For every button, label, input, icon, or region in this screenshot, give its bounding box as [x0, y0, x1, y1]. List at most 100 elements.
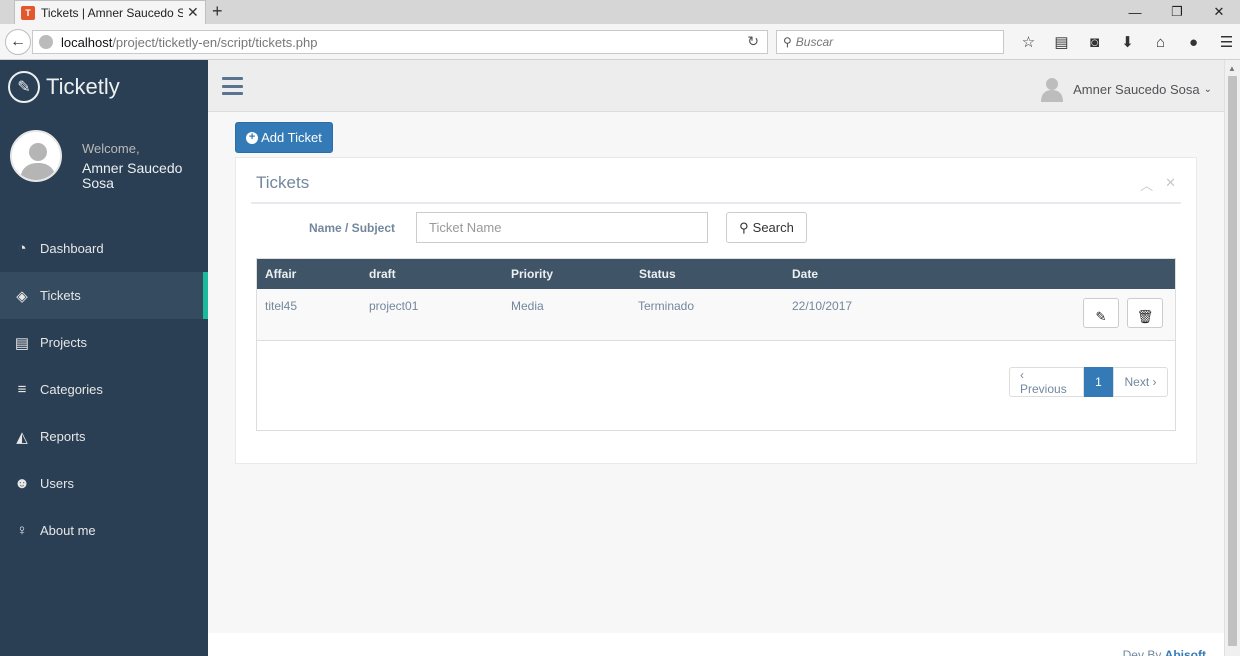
- page-scrollbar[interactable]: ▲: [1224, 60, 1240, 656]
- add-ticket-button[interactable]: + Add Ticket: [235, 122, 333, 153]
- url-host: localhost: [61, 34, 113, 50]
- cell-status: Terminado: [638, 299, 695, 313]
- cell-affair: titel45: [265, 299, 298, 313]
- sidebar-username: Amner Saucedo Sosa: [82, 160, 183, 191]
- sidebar-item-label: Categories: [40, 382, 103, 397]
- scroll-up-arrow-icon[interactable]: ▲: [1228, 64, 1236, 73]
- cell-draft: project01: [369, 299, 419, 313]
- search-button-label: Search: [752, 220, 794, 235]
- chevron-down-icon: ⌄: [1203, 83, 1212, 95]
- add-ticket-label: Add Ticket: [261, 130, 322, 145]
- pagination: ‹ Previous 1 Next ›: [1009, 367, 1168, 397]
- search-icon: ⚲: [783, 35, 792, 49]
- top-nav: Amner Saucedo Sosa ⌄: [208, 60, 1224, 112]
- brand-name: Ticketly: [46, 74, 120, 99]
- minimize-icon[interactable]: —: [1114, 0, 1156, 24]
- table-row: titel45 project01 Media Terminado 22/10/…: [257, 289, 1175, 341]
- ticket-logo-icon: ✎: [8, 71, 40, 103]
- sidebar: ✎ Ticketly Welcome, Amner Saucedo Sosa ◔…: [0, 60, 208, 656]
- sidebar-item-label: Dashboard: [40, 241, 104, 256]
- reading-list-icon[interactable]: ▤: [1045, 32, 1078, 52]
- download-icon[interactable]: ⬇: [1111, 32, 1144, 52]
- page-1-button[interactable]: 1: [1084, 367, 1113, 397]
- address-bar[interactable]: localhost/project/ticketly-en/script/tic…: [32, 30, 768, 54]
- new-tab-icon[interactable]: +: [212, 1, 223, 22]
- sidebar-item-label: About me: [40, 523, 96, 538]
- cell-priority: Media: [511, 299, 544, 313]
- search-button[interactable]: ⚲ Search: [726, 212, 807, 243]
- tickets-panel: Tickets ︿ ✕ Name / Subject ⚲ Search Affa…: [235, 157, 1197, 464]
- avatar: [10, 130, 62, 182]
- browser-search-input[interactable]: ⚲ Buscar: [776, 30, 1004, 54]
- search-icon: ⚲: [739, 219, 749, 235]
- url-path: /project/ticketly-en/script/tickets.php: [112, 34, 318, 50]
- menu-icon[interactable]: ☰: [1210, 32, 1240, 52]
- edit-ticket-button[interactable]: ✎: [1083, 298, 1119, 328]
- person-icon: ♀: [16, 522, 28, 539]
- sidebar-item-about-me[interactable]: ♀ About me: [0, 507, 208, 554]
- footer-credit: Dev By Abisoft: [1123, 648, 1206, 656]
- header-username: Amner Saucedo Sosa: [1073, 81, 1200, 97]
- user-silhouette-icon: [12, 132, 60, 180]
- welcome-text: Welcome,: [82, 141, 140, 156]
- area-chart-icon: ◭: [16, 428, 28, 446]
- sidebar-item-categories[interactable]: ≡ Categories: [0, 366, 208, 413]
- table-header: Affair draft Priority Status Date: [257, 259, 1175, 289]
- align-left-icon: ≡: [17, 381, 27, 398]
- hamburger-menu-icon[interactable]: [222, 77, 243, 95]
- close-panel-icon[interactable]: ✕: [1165, 175, 1176, 194]
- panel-title: Tickets: [256, 173, 310, 192]
- brand[interactable]: ✎ Ticketly: [8, 71, 120, 103]
- sidebar-item-projects[interactable]: ▤ Projects: [0, 319, 208, 366]
- next-page-button[interactable]: Next ›: [1113, 367, 1168, 397]
- column-header-affair[interactable]: Affair: [265, 267, 296, 281]
- sidebar-menu: ◔ Dashboard ◈ Tickets ▤ Projects ≡ Categ…: [0, 225, 208, 554]
- browser-tab[interactable]: T Tickets | Amner Saucedo S... ✕: [14, 0, 206, 24]
- sidebar-item-users[interactable]: ☻ Users: [0, 460, 208, 507]
- tab-title: Tickets | Amner Saucedo S...: [41, 5, 183, 20]
- chat-icon[interactable]: ●: [1177, 32, 1210, 52]
- collapse-chevron-up-icon[interactable]: ︿: [1140, 175, 1153, 194]
- favicon-icon: T: [21, 5, 35, 20]
- trash-icon: 🗑: [1136, 309, 1154, 324]
- ticket-name-input[interactable]: [416, 212, 708, 243]
- users-icon: ☻: [14, 475, 30, 492]
- list-icon: ▤: [14, 334, 30, 352]
- sidebar-item-label: Reports: [40, 429, 86, 444]
- footer-prefix: Dev By: [1122, 648, 1162, 656]
- column-header-priority[interactable]: Priority: [511, 267, 553, 281]
- sidebar-item-label: Projects: [40, 335, 87, 350]
- cell-date: 22/10/2017: [792, 299, 853, 313]
- close-tab-icon[interactable]: ✕: [187, 4, 199, 21]
- footer-author-link[interactable]: Abisoft: [1165, 648, 1206, 656]
- column-header-status[interactable]: Status: [639, 267, 676, 281]
- bookmark-star-icon[interactable]: ☆: [1012, 32, 1045, 52]
- delete-ticket-button[interactable]: 🗑: [1127, 298, 1163, 328]
- user-avatar-icon: [1041, 78, 1064, 102]
- pocket-icon[interactable]: ◙: [1078, 32, 1111, 52]
- sidebar-item-label: Tickets: [40, 288, 81, 303]
- reload-icon[interactable]: ↻: [747, 33, 759, 50]
- filter-label: Name / Subject: [309, 221, 396, 235]
- panel-tools: ︿ ✕: [1128, 175, 1176, 194]
- panel-divider: [251, 202, 1181, 204]
- back-arrow-icon[interactable]: ←: [5, 29, 31, 55]
- column-header-date[interactable]: Date: [792, 267, 818, 281]
- sidebar-item-reports[interactable]: ◭ Reports: [0, 413, 208, 460]
- site-info-icon[interactable]: [39, 35, 53, 49]
- edit-icon: ✎: [1095, 309, 1107, 324]
- sidebar-item-tickets[interactable]: ◈ Tickets: [0, 272, 208, 319]
- home-icon[interactable]: ⌂: [1144, 32, 1177, 52]
- restore-icon[interactable]: ❐: [1156, 0, 1198, 24]
- sidebar-item-dashboard[interactable]: ◔ Dashboard: [0, 225, 208, 272]
- sidebar-item-label: Users: [40, 476, 74, 491]
- window-controls: — ❐ ✕: [1114, 0, 1240, 24]
- column-header-draft[interactable]: draft: [369, 267, 396, 281]
- previous-page-button[interactable]: ‹ Previous: [1009, 367, 1084, 397]
- user-dropdown[interactable]: Amner Saucedo Sosa ⌄: [1041, 76, 1212, 102]
- footer: Dev By Abisoft: [208, 633, 1224, 656]
- close-window-icon[interactable]: ✕: [1198, 0, 1240, 24]
- scrollbar-thumb[interactable]: [1228, 76, 1237, 646]
- browser-navbar: ← localhost/project/ticketly-en/script/t…: [0, 24, 1240, 60]
- tickets-table: Affair draft Priority Status Date titel4…: [256, 258, 1176, 431]
